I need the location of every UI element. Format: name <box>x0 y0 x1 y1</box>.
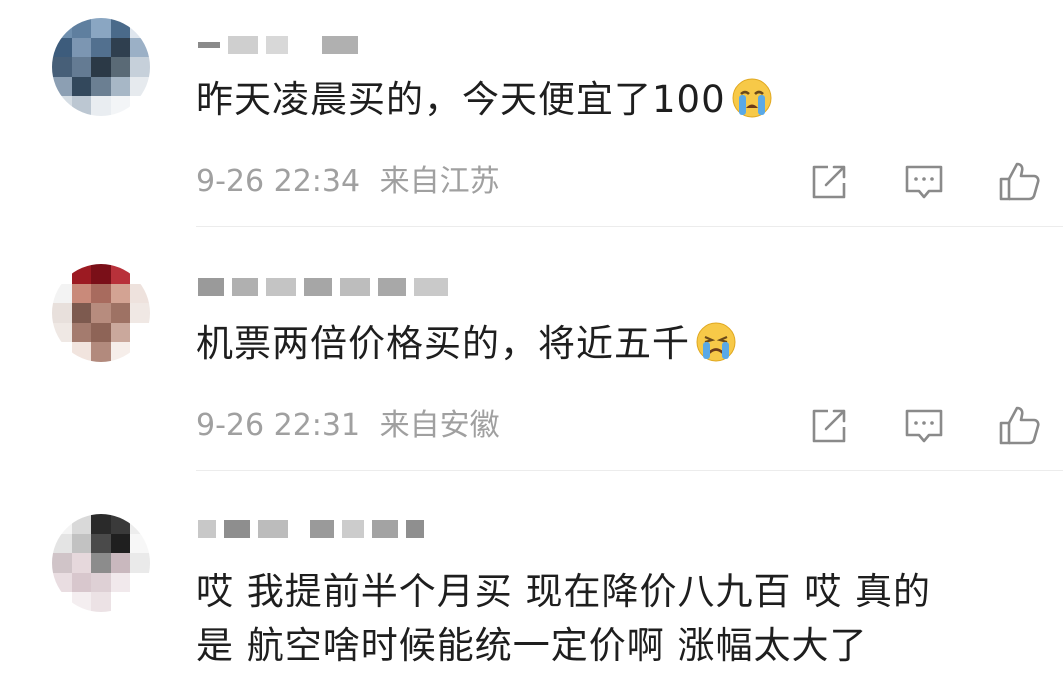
share-button[interactable] <box>806 159 852 205</box>
comment-meta: 9-26 22:34 来自江苏 <box>196 164 500 200</box>
comment-text-line: 哎 我提前半个月买 现在降价八九百 哎 真的 <box>196 570 932 613</box>
avatar[interactable] <box>52 18 150 116</box>
username-blurred[interactable] <box>198 34 358 56</box>
comment-button[interactable] <box>901 403 947 449</box>
avatar[interactable] <box>52 264 150 362</box>
comment-icon <box>905 165 943 199</box>
comment-meta: 9-26 22:31 来自安徽 <box>196 408 500 444</box>
comment-time: 9-26 22:34 <box>196 164 361 199</box>
like-button[interactable] <box>996 159 1042 205</box>
comment-text: 哎 我提前半个月买 现在降价八九百 哎 真的 是 航空啥时候能统一定价啊 涨幅太… <box>196 568 931 670</box>
comment-actions <box>806 159 1046 205</box>
comment-time: 9-26 22:31 <box>196 408 361 443</box>
comment-actions <box>806 403 1046 449</box>
divider <box>196 470 1063 471</box>
comment-text-content: 昨天凌晨买的，今天便宜了100 <box>196 78 726 121</box>
avatar[interactable] <box>52 514 150 612</box>
username-blurred[interactable] <box>198 518 424 540</box>
comment-text-content: 机票两倍价格买的，将近五千 <box>196 322 690 365</box>
thumbs-up-icon <box>999 162 1040 201</box>
comment-location: 来自安徽 <box>379 408 500 443</box>
divider <box>196 226 1063 227</box>
comment-text-line: 是 航空啥时候能统一定价啊 涨幅太大了 <box>196 624 868 667</box>
share-icon <box>812 165 846 199</box>
comment-text: 机票两倍价格买的，将近五千 <box>196 320 738 368</box>
comment-icon <box>905 409 943 443</box>
comment-button[interactable] <box>901 159 947 205</box>
thumbs-up-icon <box>999 406 1040 445</box>
share-icon <box>812 409 846 443</box>
comment-text: 昨天凌晨买的，今天便宜了100 <box>196 76 774 124</box>
like-button[interactable] <box>996 403 1042 449</box>
username-blurred[interactable] <box>198 276 448 298</box>
loudly-crying-emoji <box>732 78 772 118</box>
share-button[interactable] <box>806 403 852 449</box>
comment-location: 来自江苏 <box>379 164 500 199</box>
crying-emoji <box>696 322 736 362</box>
comment-feed: 昨天凌晨买的，今天便宜了100 9-26 22:34 来自江苏 机票两倍价格买的… <box>0 0 1063 676</box>
